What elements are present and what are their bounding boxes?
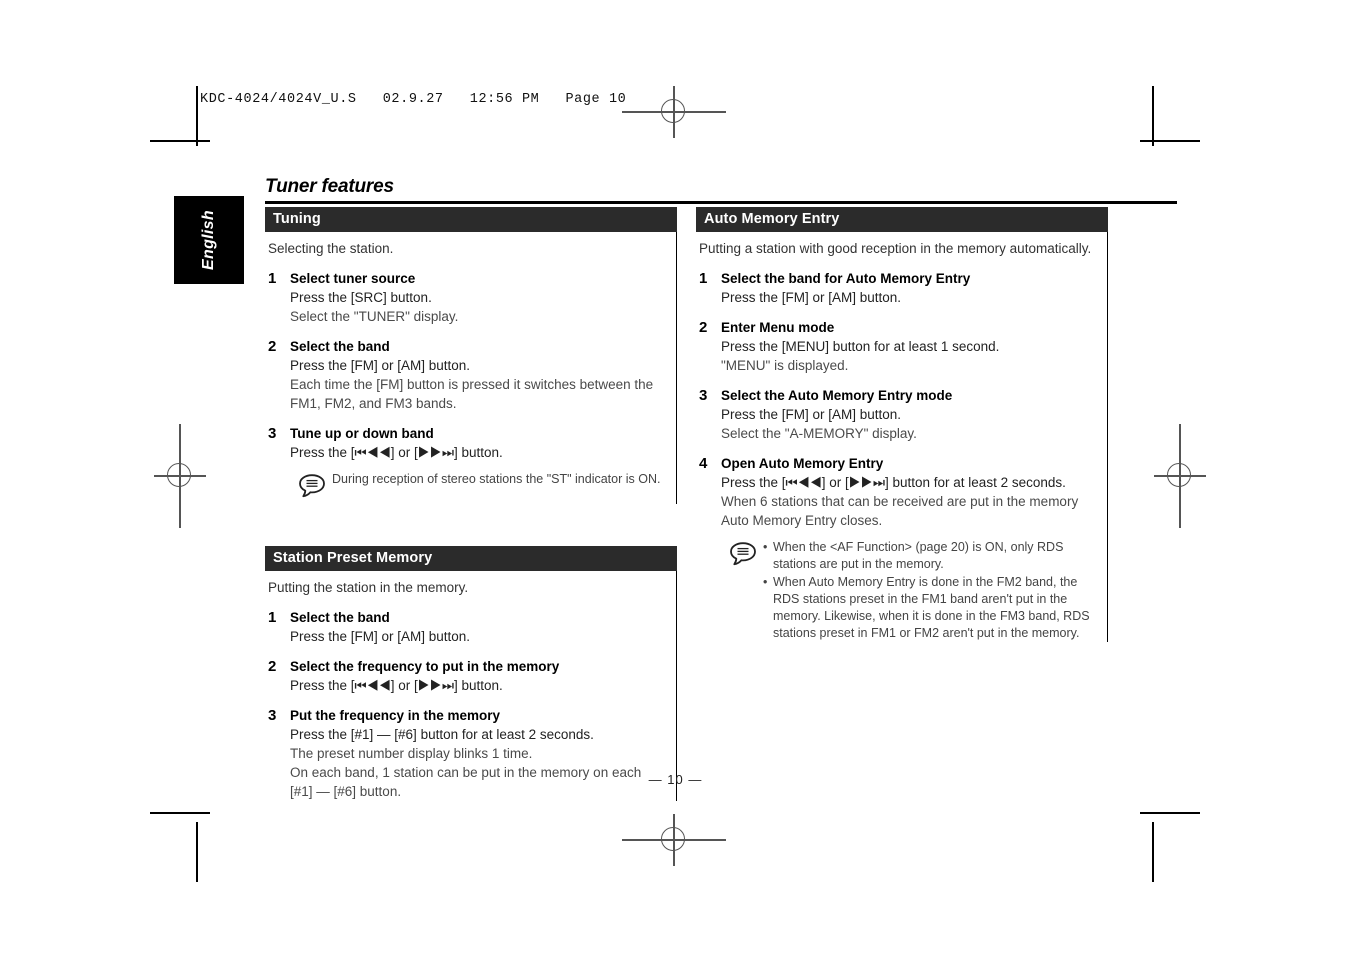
step-heading: Select the Auto Memory Entry mode — [721, 388, 953, 403]
prepress-header-text: KDC-4024/4024V_U.S 02.9.27 12:56 PM Page… — [200, 92, 627, 107]
step-number: 4 — [699, 455, 708, 472]
registration-mark-bottom — [622, 814, 726, 866]
step-line: Press the [FM] or [AM] button. — [290, 358, 471, 373]
section-heading-station-preset-memory: Station Preset Memory — [265, 546, 677, 571]
page-title-rule — [265, 201, 1177, 204]
step-item: 2 Select the band Press the [FM] or [AM]… — [268, 337, 662, 413]
step-item: 1 Select the band for Auto Memory Entry … — [699, 269, 1093, 307]
section-heading-tuning: Tuning — [265, 207, 677, 232]
step-heading: Select the band — [290, 339, 390, 354]
registration-circle — [167, 463, 191, 487]
step-heading: Tune up or down band — [290, 426, 434, 441]
registration-mark-right — [1154, 424, 1206, 528]
right-column: Auto Memory Entry Putting a station with… — [696, 207, 1108, 643]
crop-mark-bottom-left-vertical — [196, 822, 198, 882]
step-item: 1 Select tuner source Press the [SRC] bu… — [268, 269, 662, 326]
note-bullet-item: When the <AF Function> (page 20) is ON, … — [763, 539, 1093, 573]
step-line: Press the [MENU] button for at least 1 s… — [721, 339, 1000, 354]
step-number: 2 — [268, 658, 277, 675]
crop-mark-top-left-horizontal — [150, 140, 210, 142]
step-number: 3 — [268, 707, 277, 724]
step-line: Press the [FM] or [AM] button. — [721, 407, 902, 422]
step-heading: Enter Menu mode — [721, 320, 835, 335]
page-title-text: Tuner features — [265, 176, 394, 197]
step-item: 2 Enter Menu mode Press the [MENU] butto… — [699, 318, 1093, 375]
step-heading: Select tuner source — [290, 271, 416, 286]
step-number: 2 — [268, 338, 277, 355]
section-body-station-preset-memory: Putting the station in the memory. 1 Sel… — [265, 571, 677, 801]
section-body-tuning: Selecting the station. 1 Select tuner so… — [265, 232, 677, 504]
crop-mark-top-right-vertical — [1152, 86, 1154, 146]
left-column: Tuning Selecting the station. 1 Select t… — [265, 207, 677, 801]
crop-mark-bottom-right-vertical — [1152, 822, 1154, 882]
step-heading: Put the frequency in the memory — [290, 708, 501, 723]
registration-mark-top — [622, 86, 726, 138]
section-body-auto-memory-entry: Putting a station with good reception in… — [696, 232, 1108, 642]
step-line: Select the "TUNER" display. — [290, 309, 459, 324]
step-line: When 6 stations that can be received are… — [721, 494, 1079, 528]
section-heading-auto-memory-entry: Auto Memory Entry — [696, 207, 1108, 232]
page-title: Tuner features — [265, 176, 1177, 204]
section-intro: Selecting the station. — [268, 241, 394, 256]
step-number: 1 — [268, 609, 277, 626]
step-heading: Select the band for Auto Memory Entry — [721, 271, 971, 286]
crop-mark-top-left-vertical — [196, 86, 198, 146]
note-block: When the <AF Function> (page 20) is ON, … — [721, 539, 1093, 642]
step-item: 2 Select the frequency to put in the mem… — [268, 657, 662, 695]
step-number: 3 — [699, 387, 708, 404]
section-intro: Putting the station in the memory. — [268, 580, 469, 595]
section-station-preset-memory: Station Preset Memory Putting the statio… — [265, 546, 677, 801]
language-tab: English — [174, 196, 244, 284]
step-line: Each time the [FM] button is pressed it … — [290, 377, 654, 411]
note-bubble-icon — [729, 541, 757, 567]
step-number: 1 — [268, 270, 277, 287]
step-line: Press the [SRC] button. — [290, 290, 432, 305]
step-line: Press the [FM] or [AM] button. — [721, 290, 902, 305]
step-line: The preset number display blinks 1 time. — [290, 746, 533, 761]
step-number: 3 — [268, 425, 277, 442]
step-item: 3 Tune up or down band Press the [⏮◀◀] o… — [268, 424, 662, 499]
step-item: 1 Select the band Press the [FM] or [AM]… — [268, 608, 662, 646]
crop-mark-bottom-left-horizontal — [150, 812, 210, 814]
step-line: Press the [FM] or [AM] button. — [290, 629, 471, 644]
step-line: "MENU" is displayed. — [721, 358, 849, 373]
section-auto-memory-entry: Auto Memory Entry Putting a station with… — [696, 207, 1108, 642]
step-line: Press the [#1] — [#6] button for at leas… — [290, 727, 594, 742]
step-number: 1 — [699, 270, 708, 287]
step-heading: Select the band — [290, 610, 390, 625]
step-line: Select the "A-MEMORY" display. — [721, 426, 917, 441]
step-item: 4 Open Auto Memory Entry Press the [⏮◀◀]… — [699, 454, 1093, 642]
step-line: Press the [⏮◀◀] or [▶▶⏭] button. — [290, 678, 503, 693]
step-item: 3 Select the Auto Memory Entry mode Pres… — [699, 386, 1093, 443]
note-text: During reception of stereo stations the … — [332, 472, 661, 486]
page-folio: — 10 — — [648, 772, 703, 787]
crop-mark-bottom-right-horizontal — [1140, 812, 1200, 814]
crop-mark-top-right-horizontal — [1140, 140, 1200, 142]
step-line: Press the [⏮◀◀] or [▶▶⏭] button for at l… — [721, 475, 1066, 490]
section-intro: Putting a station with good reception in… — [699, 241, 1092, 256]
note-bubble-icon — [298, 473, 326, 499]
registration-circle — [661, 99, 685, 123]
language-tab-label: English — [200, 210, 217, 270]
note-block: During reception of stereo stations the … — [290, 471, 662, 499]
registration-circle — [1167, 463, 1191, 487]
section-tuning: Tuning Selecting the station. 1 Select t… — [265, 207, 677, 504]
step-heading: Select the frequency to put in the memor… — [290, 659, 560, 674]
note-bullet-item: When Auto Memory Entry is done in the FM… — [763, 574, 1093, 642]
step-number: 2 — [699, 319, 708, 336]
note-bullet-list: When the <AF Function> (page 20) is ON, … — [763, 539, 1093, 642]
registration-mark-left — [154, 424, 206, 528]
registration-circle — [661, 827, 685, 851]
step-line: Press the [⏮◀◀] or [▶▶⏭] button. — [290, 445, 503, 460]
step-heading: Open Auto Memory Entry — [721, 456, 884, 471]
